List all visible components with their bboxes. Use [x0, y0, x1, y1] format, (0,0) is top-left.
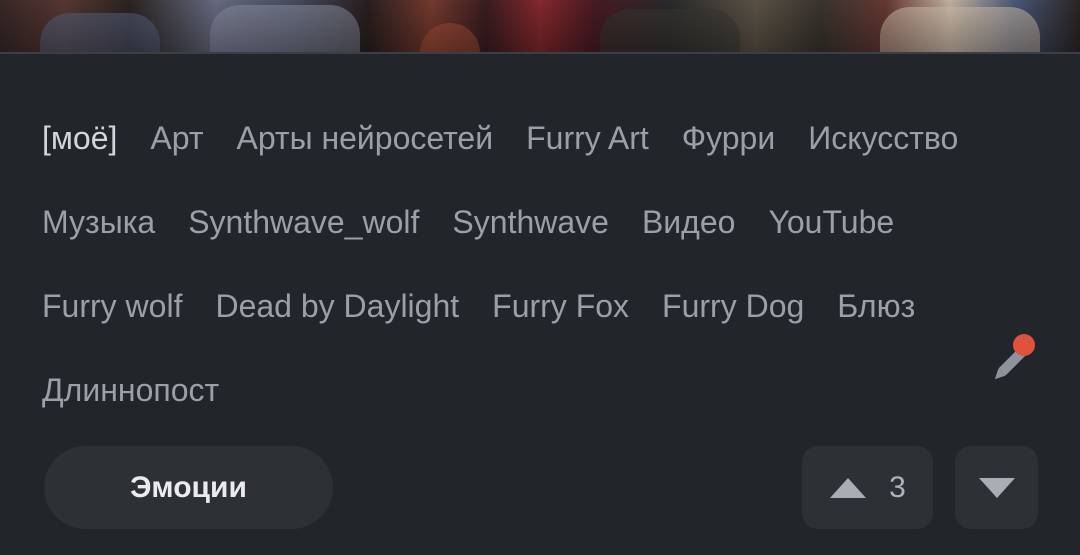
tag-item[interactable]: Длиннопост — [42, 348, 219, 432]
tag-item[interactable]: [моё] — [42, 96, 117, 180]
post-footer: [моё] Арт Арты нейросетей Furry Art Фурр… — [0, 0, 1080, 555]
triangle-down-icon — [978, 477, 1015, 498]
downvote-button[interactable] — [955, 446, 1038, 529]
tag-item[interactable]: Арт — [150, 96, 203, 180]
notification-dot — [1013, 334, 1035, 356]
tag-item[interactable]: Арты нейросетей — [236, 96, 493, 180]
tag-item[interactable]: Furry Dog — [662, 264, 804, 348]
tag-item[interactable]: Furry Art — [526, 96, 649, 180]
tag-item[interactable]: Furry wolf — [42, 264, 182, 348]
tag-item[interactable]: Dead by Daylight — [215, 264, 459, 348]
emotions-label: Эмоции — [130, 470, 247, 504]
rating-count: 3 — [889, 470, 906, 504]
tag-item[interactable]: Искусство — [808, 96, 958, 180]
tag-item[interactable]: Блюз — [837, 264, 915, 348]
divider — [0, 52, 1080, 54]
upvote-button[interactable]: 3 — [802, 446, 933, 529]
emotions-button[interactable]: Эмоции — [44, 446, 333, 529]
tag-list: [моё] Арт Арты нейросетей Furry Art Фурр… — [42, 96, 1002, 432]
tag-item[interactable]: Фурри — [682, 96, 775, 180]
tag-item[interactable]: Видео — [642, 180, 735, 264]
triangle-up-icon — [830, 477, 867, 498]
tag-item[interactable]: Музыка — [42, 180, 155, 264]
tag-item[interactable]: YouTube — [768, 180, 894, 264]
tag-item[interactable]: Furry Fox — [492, 264, 629, 348]
edit-tags-button[interactable] — [984, 334, 1040, 390]
tag-item[interactable]: Synthwave_wolf — [188, 180, 419, 264]
post-image-cropped[interactable] — [0, 0, 1080, 53]
tag-item[interactable]: Synthwave — [452, 180, 609, 264]
